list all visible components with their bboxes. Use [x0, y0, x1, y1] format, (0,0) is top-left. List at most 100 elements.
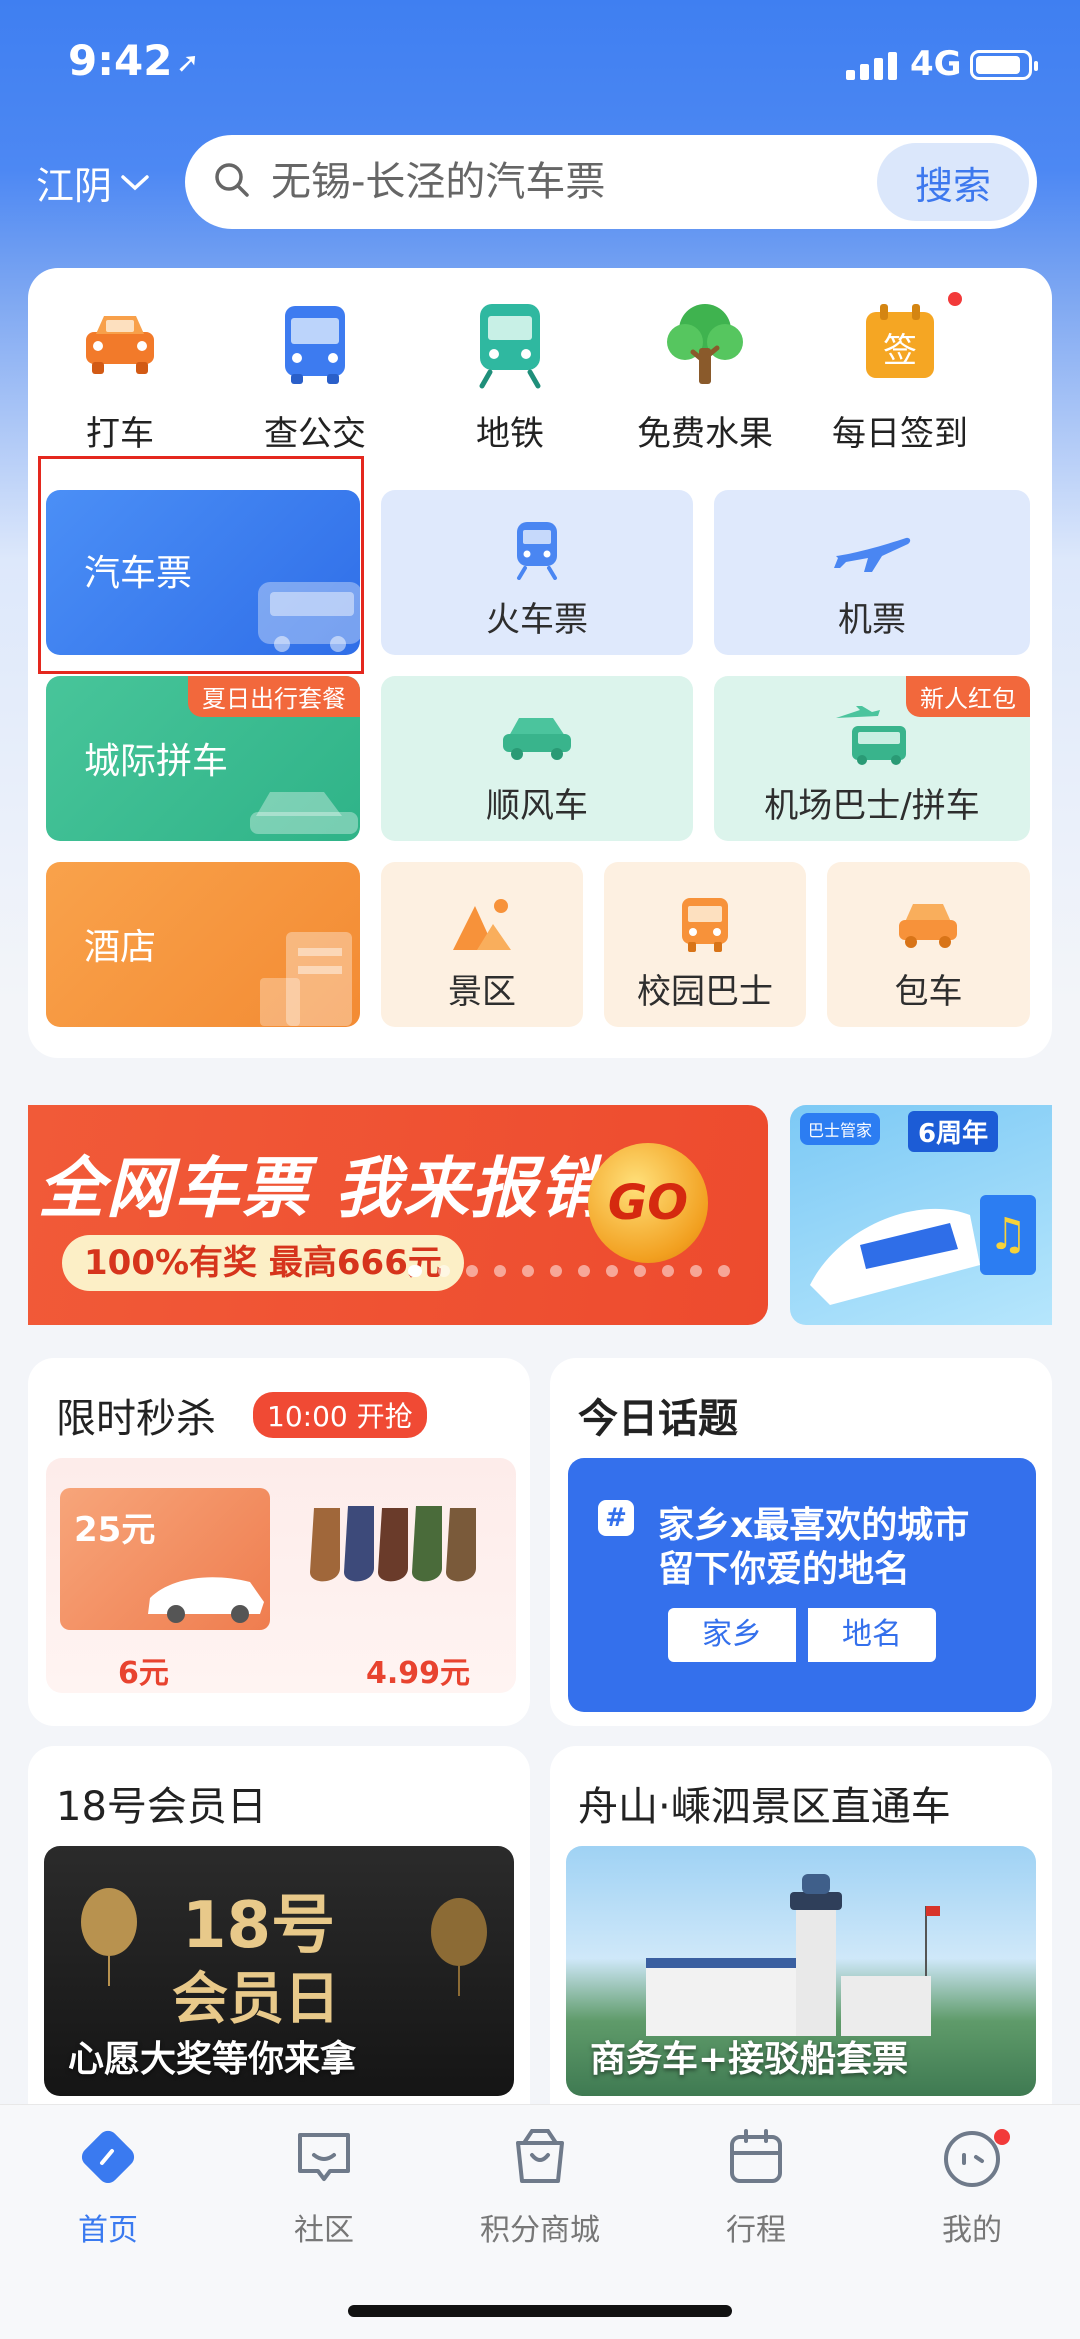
flight-ticket-label: 机票: [838, 600, 906, 640]
member-day-image[interactable]: 18号 会员日 心愿大奖等你来拿: [44, 1846, 514, 2096]
campus-bus-tile[interactable]: 校园巴士: [604, 862, 806, 1027]
tab-label: 积分商城: [480, 2213, 600, 2248]
airplane-icon: [834, 537, 911, 572]
daily-topic-panel[interactable]: 今日话题 # 家乡x最喜欢的城市 留下你爱的地名 家乡 地名: [550, 1358, 1052, 1726]
quick-icons-row: 打车 查公交 地铁 免费水果 签 每日签到: [28, 268, 1052, 458]
city-name: 江阴: [36, 164, 113, 208]
item-price: 4.99元: [366, 1656, 471, 1691]
tab-home[interactable]: 首页: [18, 2125, 198, 2249]
tab-points-mall[interactable]: 积分商城: [450, 2125, 630, 2249]
location-arrow-icon: ➚: [176, 46, 200, 79]
quick-item-metro[interactable]: 地铁: [420, 296, 600, 455]
scenic-tile[interactable]: 景区: [381, 862, 583, 1027]
intercity-carpool-tile[interactable]: 城际拼车 夏日出行套餐: [46, 676, 360, 841]
daily-topic-title: 今日话题: [578, 1396, 738, 1442]
hotel-tile[interactable]: 酒店: [46, 862, 360, 1027]
bus-icon: [285, 306, 345, 384]
quick-item-bus[interactable]: 查公交: [225, 296, 405, 455]
battery-icon: [970, 50, 1038, 80]
train-ticket-tile[interactable]: 火车票: [381, 490, 693, 655]
signal-icon: [846, 52, 897, 80]
airport-bus-label: 机场巴士/拼车: [764, 786, 980, 826]
tab-label: 行程: [726, 2213, 786, 2248]
hashtag-icon: #: [598, 1500, 634, 1536]
member-day-big-text-2: 会员日: [172, 1967, 340, 2032]
train-illustration-icon: ♫: [810, 1195, 1036, 1305]
chat-icon: [298, 2133, 350, 2181]
selection-highlight-box: [38, 456, 364, 674]
socks-icon: [310, 1506, 476, 1582]
quick-item-label: 打车: [86, 414, 154, 454]
charter-label: 包车: [894, 972, 963, 1012]
item-price: 6元: [118, 1656, 169, 1691]
topic-option-right[interactable]: 地名: [808, 1608, 936, 1662]
quick-item-label: 地铁: [476, 414, 544, 454]
metro-icon: [479, 304, 541, 389]
topic-option-left[interactable]: 家乡: [668, 1608, 796, 1662]
flight-ticket-tile[interactable]: 机票: [714, 490, 1030, 655]
ride-share-tile[interactable]: 顺风车: [381, 676, 693, 841]
tab-itinerary[interactable]: 行程: [666, 2125, 846, 2249]
search-button[interactable]: 搜索: [877, 143, 1029, 221]
tab-mine[interactable]: 我的: [882, 2125, 1062, 2249]
hotel-building-icon: [260, 932, 352, 1026]
banner-title: 全网车票 我来报销: [38, 1150, 607, 1227]
brand-badge: 巴士管家: [800, 1113, 881, 1145]
coupon-amount: 25元: [74, 1510, 156, 1550]
home-indicator: [348, 2305, 732, 2317]
scenic-bus-title: 舟山·嵊泗景区直通车: [578, 1784, 951, 1830]
quick-item-label: 免费水果: [637, 414, 773, 454]
tab-community[interactable]: 社区: [234, 2125, 414, 2249]
scenic-bus-image[interactable]: 商务车+接驳船套票: [566, 1846, 1036, 2096]
banner-subtitle: 100%有奖 最高666元: [62, 1235, 464, 1291]
scenic-label: 景区: [448, 972, 516, 1012]
quick-item-label: 每日签到: [832, 414, 968, 454]
flash-sale-time-badge: 10:00 开抢: [253, 1392, 427, 1438]
banner-go-badge: GO: [588, 1143, 708, 1263]
city-selector[interactable]: 江阴: [36, 155, 150, 210]
intercity-label: 城际拼车: [84, 741, 229, 782]
chevron-down-icon: [121, 174, 149, 190]
topic-card[interactable]: # 家乡x最喜欢的城市 留下你爱的地名 家乡 地名: [568, 1458, 1036, 1712]
balloon-icon: [431, 1898, 487, 1996]
member-day-panel[interactable]: 18号会员日 18号 会员日 心愿大奖等你来拿: [28, 1746, 530, 2146]
car-icon: [250, 792, 358, 834]
topic-line-2: 留下你爱的地名: [658, 1549, 911, 1590]
balloon-icon: [81, 1888, 137, 1986]
anniversary-badge: 6周年: [908, 1111, 999, 1152]
coupon-item[interactable]: 25元: [60, 1488, 270, 1630]
quick-item-checkin[interactable]: 签 每日签到: [810, 292, 990, 455]
member-day-caption: 心愿大奖等你来拿: [68, 2039, 357, 2080]
airport-shuttle-icon: [836, 706, 906, 765]
taxi-icon: [86, 316, 154, 374]
promo-banner-next[interactable]: 巴士管家 6周年 ♫: [790, 1105, 1052, 1325]
bus-icon: [682, 898, 728, 952]
member-day-title: 18号会员日: [56, 1784, 267, 1830]
flash-sale-items: 25元 6元 4.99元: [46, 1458, 516, 1693]
quick-item-taxi[interactable]: 打车: [30, 296, 210, 455]
search-input[interactable]: [271, 151, 851, 213]
scenic-bus-caption: 商务车+接驳船套票: [590, 2039, 909, 2080]
tab-label: 首页: [78, 2213, 138, 2248]
flash-sale-title: 限时秒杀: [56, 1396, 216, 1442]
promo-banner-main[interactable]: 全网车票 我来报销 100%有奖 最高666元 GO: [28, 1105, 768, 1325]
tab-label: 我的: [942, 2213, 1002, 2248]
search-bar[interactable]: 搜索: [185, 135, 1037, 229]
airport-bus-tile[interactable]: 新人红包 机场巴士/拼车: [714, 676, 1030, 841]
notification-dot: [948, 292, 962, 306]
promo-banner-carousel[interactable]: 全网车票 我来报销 100%有奖 最高666元 GO 巴士管家 6周年 ♫: [28, 1105, 1052, 1325]
flash-sale-panel[interactable]: 限时秒杀 10:00 开抢 25元 6元 4.99元: [28, 1358, 530, 1726]
calendar-icon: [730, 2129, 782, 2183]
network-type: 4G: [910, 44, 962, 84]
scenic-bus-panel[interactable]: 舟山·嵊泗景区直通车 商务车+接驳船套票: [550, 1746, 1052, 2146]
status-time: 9:42: [68, 36, 173, 85]
ride-share-label: 顺风车: [486, 786, 588, 826]
charter-tile[interactable]: 包车: [827, 862, 1030, 1027]
car-icon: [148, 1577, 264, 1623]
status-bar: 9:42 ➚ 4G: [0, 0, 1080, 130]
quick-item-free-fruit[interactable]: 免费水果: [615, 296, 795, 455]
svg-text:♫: ♫: [988, 1209, 1027, 1260]
search-icon: [215, 163, 249, 197]
bottom-tab-bar: 首页 社区 积分商城 行程 我的: [0, 2104, 1080, 2339]
hotel-label: 酒店: [84, 927, 157, 968]
